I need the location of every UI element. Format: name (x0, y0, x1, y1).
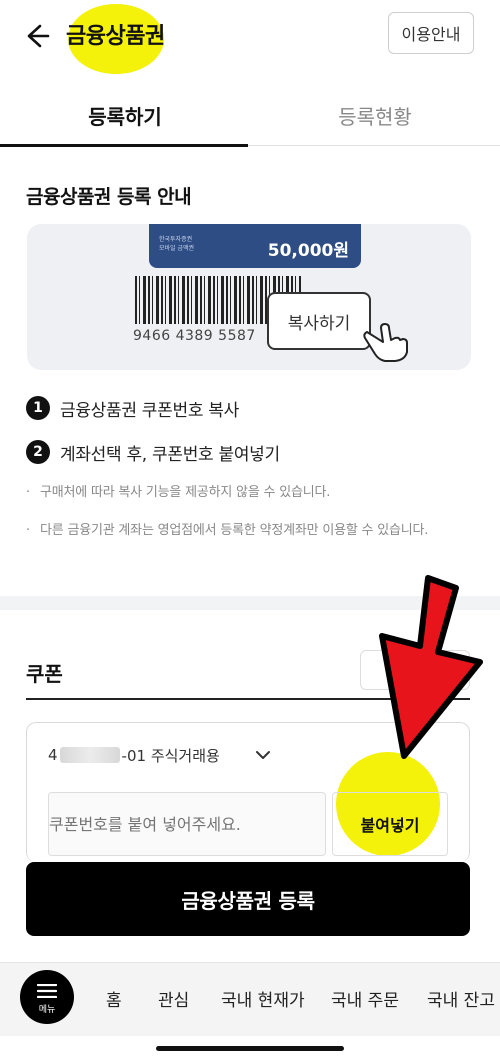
step-text: 금융상품권 쿠폰번호 복사 (60, 400, 239, 421)
menu-button[interactable]: 메뉴 (20, 970, 74, 1024)
nav-item-home[interactable]: 홈 (106, 986, 122, 1011)
header: 금융상품권 이용안내 (0, 0, 500, 74)
gift-card-amount: 50,000원 (267, 241, 349, 261)
tab-status[interactable]: 등록현황 (250, 84, 500, 146)
step-number-badge: 2 (26, 440, 50, 464)
chevron-down-icon[interactable] (252, 744, 274, 766)
account-suffix: -01 주식거래용 (121, 746, 220, 765)
nav-item-domestic-balance[interactable]: 국내 잔고 (427, 986, 500, 1011)
step-1: 1 금융상품권 쿠폰번호 복사 (26, 393, 239, 423)
note-other-institution: 다른 금융기관 계좌는 영업점에서 등록한 약정계좌만 이용할 수 있습니다. (26, 522, 476, 540)
gift-card-image: 한국투자증권 모바일 금액권 50,000원 (149, 224, 361, 268)
note-copy-function: 구매처에 따라 복사 기능을 제공하지 않을 수 있습니다. (26, 484, 476, 502)
tab-bar: 등록하기 등록현황 (0, 84, 500, 147)
pointing-hand-icon (363, 323, 408, 362)
nav-item-domestic-price[interactable]: 국내 현재가 (221, 986, 305, 1011)
page-title: 금융상품권 (66, 24, 165, 49)
copy-bubble: 복사하기 (267, 292, 371, 350)
step-text: 계좌선택 후, 쿠폰번호 붙여넣기 (60, 444, 280, 465)
home-indicator (156, 1046, 344, 1051)
gift-card-issuer: 한국투자증권 모바일 금액권 (159, 236, 195, 252)
red-arrow-annotation-icon (379, 575, 483, 759)
account-prefix: 4 (48, 746, 58, 764)
guide-button[interactable]: 이용안내 (388, 12, 474, 54)
menu-label: 메뉴 (38, 1005, 56, 1015)
tab-register[interactable]: 등록하기 (0, 84, 250, 147)
guide-illustration: 한국투자증권 모바일 금액권 50,000원 9466 4389 5587 복사… (27, 224, 471, 370)
coupon-number-input[interactable] (48, 792, 326, 856)
account-number-blurred (59, 747, 120, 763)
back-arrow-icon[interactable] (20, 20, 52, 52)
coupon-section-title: 쿠폰 (26, 662, 63, 686)
step-2: 2 계좌선택 후, 쿠폰번호 붙여넣기 (26, 437, 280, 467)
register-button[interactable]: 금융상품권 등록 (26, 862, 470, 936)
step-number-badge: 1 (26, 396, 50, 420)
paste-button[interactable]: 붙여넣기 (332, 792, 448, 856)
hamburger-icon (37, 984, 57, 998)
guide-title: 금융상품권 등록 안내 (26, 186, 192, 208)
barcode-number: 9466 4389 5587 (133, 328, 256, 344)
account-selector[interactable]: 4 -01 주식거래용 (48, 742, 220, 768)
nav-item-watchlist[interactable]: 관심 (158, 986, 189, 1011)
nav-item-domestic-order[interactable]: 국내 주문 (331, 986, 399, 1011)
